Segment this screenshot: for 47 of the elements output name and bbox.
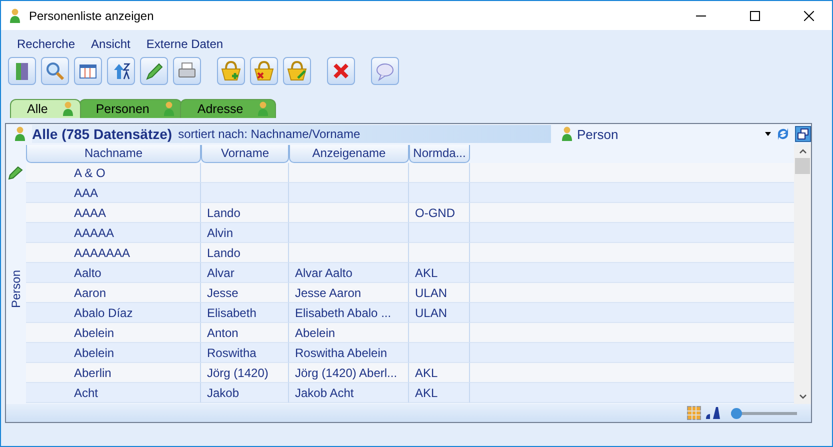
window-title: Personenliste anzeigen bbox=[29, 8, 155, 22]
speech-bubble-button[interactable] bbox=[371, 57, 399, 85]
sort-info: sortiert nach: Nachname/Vorname bbox=[178, 127, 360, 141]
menu-item[interactable]: Recherche bbox=[9, 36, 84, 52]
table-button[interactable] bbox=[74, 57, 102, 85]
tab[interactable]: Adresse bbox=[180, 99, 276, 118]
font-size-icon[interactable] bbox=[705, 406, 721, 420]
close-icon bbox=[804, 10, 814, 20]
delete-button[interactable] bbox=[327, 57, 355, 85]
basket-pencil-button[interactable] bbox=[283, 57, 311, 85]
search-button[interactable] bbox=[41, 57, 69, 85]
basket-cross-icon bbox=[253, 60, 275, 82]
menu-item[interactable]: Ansicht bbox=[83, 36, 138, 52]
pencil-button[interactable] bbox=[140, 57, 168, 85]
column-header[interactable]: Anzeigename bbox=[289, 145, 409, 163]
printer-button[interactable] bbox=[173, 57, 201, 85]
basket-plus-button[interactable] bbox=[217, 57, 245, 85]
basket-pencil-icon bbox=[286, 60, 308, 82]
grid-title: Alle (785 Datensätze) bbox=[32, 126, 172, 142]
sort-button[interactable] bbox=[107, 57, 135, 85]
scroll-thumb[interactable] bbox=[795, 158, 810, 174]
search-icon bbox=[44, 60, 66, 82]
maximize-icon bbox=[750, 10, 760, 20]
tab[interactable]: Alle bbox=[10, 99, 81, 118]
refresh-icon[interactable] bbox=[775, 126, 791, 142]
column-header[interactable]: Nachname bbox=[26, 145, 201, 163]
basket-cross-button[interactable] bbox=[250, 57, 278, 85]
column-header[interactable]: Vorname bbox=[201, 145, 289, 163]
entity-selector[interactable]: Person bbox=[577, 126, 761, 142]
pencil-icon bbox=[8, 166, 24, 180]
menu-item[interactable]: Externe Daten bbox=[138, 36, 232, 52]
person-icon bbox=[163, 101, 176, 117]
table-cell: Acht bbox=[26, 383, 201, 403]
side-label: Person bbox=[9, 270, 23, 308]
table-cell: Jakob Acht bbox=[289, 383, 409, 403]
person-icon bbox=[257, 101, 270, 117]
app-icon bbox=[9, 8, 21, 24]
table-cell: Jakob bbox=[201, 383, 289, 403]
column-header[interactable]: Normda... bbox=[409, 145, 470, 163]
window-restore-icon[interactable] bbox=[795, 126, 811, 142]
basket-plus-icon bbox=[220, 60, 242, 82]
person-icon bbox=[561, 126, 573, 142]
table-cell: AKL bbox=[409, 383, 470, 403]
person-icon bbox=[62, 101, 74, 117]
tab[interactable]: Personen bbox=[78, 99, 182, 118]
dropdown-icon[interactable] bbox=[765, 132, 771, 136]
person-icon bbox=[14, 126, 26, 142]
